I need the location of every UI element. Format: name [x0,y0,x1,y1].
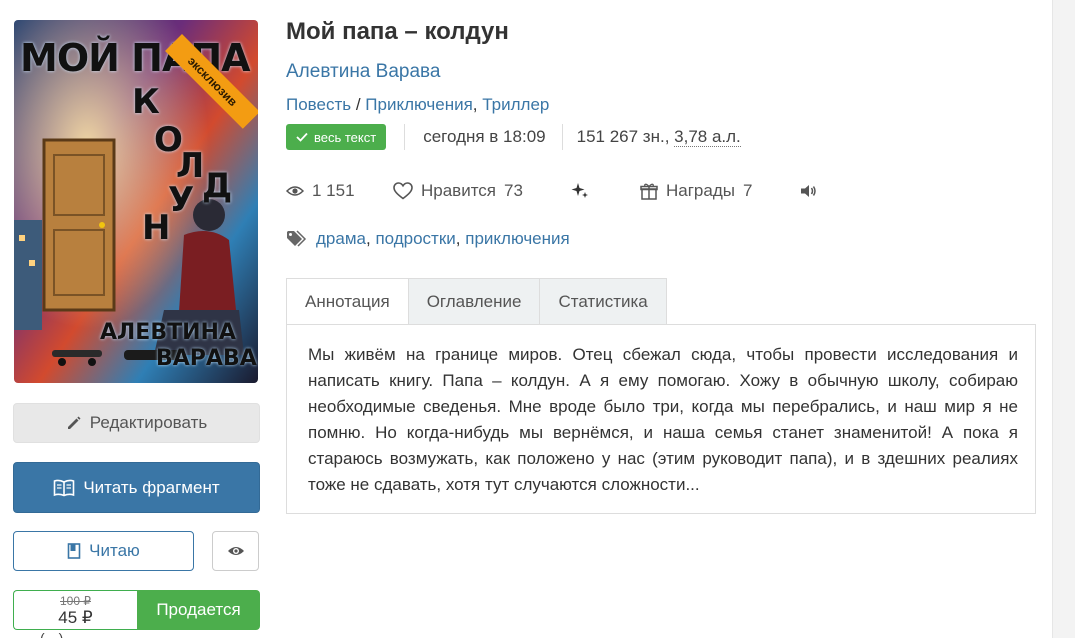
cut-off-text: (…) [40,630,64,638]
speaker-icon [801,185,816,197]
annotation-text: Мы живём на границе миров. Отец сбежал с… [308,345,1018,494]
new-price: 45 ₽ [58,608,93,627]
buy-button[interactable]: Продается [137,590,260,630]
views-stat: 1 151 [286,178,355,204]
pencil-icon [67,416,81,429]
tag-link[interactable]: подростки [375,229,455,248]
like-button[interactable]: Нравится 73 [393,178,523,204]
eye-icon [227,547,244,555]
eye-icon [286,186,304,196]
likes-label: Нравится [421,181,497,200]
gift-icon [640,183,658,200]
likes-count: 73 [504,181,523,200]
awards-label: Награды [666,181,735,200]
book-cover[interactable]: МОЙ ПАПА К О Л Д У Н АЛЕВТИНА ВАРАВА экс… [14,20,258,383]
audio-button[interactable] [800,178,818,204]
book-tabs: Аннотация Оглавление Статистика [286,278,667,325]
tag-link[interactable]: драма [316,229,366,248]
book-title: Мой папа – колдун [286,18,509,45]
annotation-panel: Мы живём на границе миров. Отец сбежал с… [286,324,1036,514]
genre-separator: , [472,95,483,114]
sparkles-icon [571,183,588,198]
edit-button[interactable]: Редактировать [13,403,260,443]
book-meta: весь текст сегодня в 18:09 151 267 зн., … [286,124,741,150]
tab-annotation[interactable]: Аннотация [286,278,409,325]
awards-button[interactable]: Награды 7 [640,178,752,204]
cover-author-line-1: АЛЕВТИНА [100,320,236,345]
tags: драма, подростки, приключения [286,229,570,249]
sparkles-button[interactable] [570,178,590,204]
tab-contents[interactable]: Оглавление [408,278,541,325]
genre-link[interactable]: Триллер [482,95,549,114]
heart-icon [393,182,413,200]
genre-link[interactable]: Приключения [365,95,473,114]
full-text-label: весь текст [314,129,377,145]
edit-button-label: Редактировать [89,413,208,432]
awards-count: 7 [742,181,753,200]
book-size: 151 267 зн., 3,78 а.л. [563,127,741,147]
cover-title-letter: У [168,180,195,220]
cover-author-line-2: ВАРАВА [156,346,257,371]
price-box: 100 ₽ 45 ₽ [13,590,137,630]
reading-label: Читаю [89,541,140,560]
tab-statistics[interactable]: Статистика [540,278,667,325]
check-icon [296,132,308,142]
old-price: 100 ₽ [60,594,91,608]
cover-title-letter: Н [142,208,171,248]
bookmark-icon [67,543,81,559]
genre-link[interactable]: Повесть [286,95,351,114]
book-open-icon [54,479,75,496]
read-fragment-button[interactable]: Читать фрагмент [13,462,260,513]
genre-separator: / [351,95,366,114]
size-chars: 151 267 зн., [576,127,675,146]
tag-link[interactable]: приключения [465,229,569,248]
genres: Повесть / Приключения, Триллер [286,95,549,115]
tag-separator: , [455,229,466,248]
cover-title-letter: К [132,82,160,122]
author-link[interactable]: Алевтина Варава [286,61,440,83]
full-text-badge: весь текст [286,124,387,150]
size-sheets[interactable]: 3,78 а.л. [674,127,741,147]
updated-time: сегодня в 18:09 [423,127,546,146]
cover-title-letter: Д [202,166,233,206]
reading-button[interactable]: Читаю [13,531,194,571]
views-count: 1 151 [312,181,355,200]
page-scroll-strip [1052,0,1075,638]
read-fragment-label: Читать фрагмент [83,477,220,497]
tag-icon [287,230,307,247]
watch-button[interactable] [212,531,259,571]
